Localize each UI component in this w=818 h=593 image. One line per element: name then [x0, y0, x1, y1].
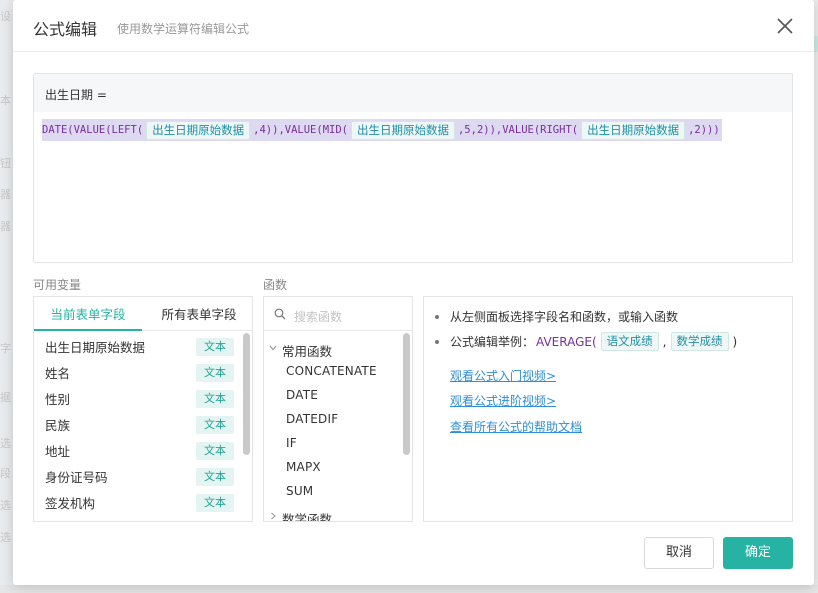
function-item[interactable]: MAPX	[286, 460, 321, 474]
link-advanced-video[interactable]: 观看公式进阶视频>	[450, 392, 556, 409]
function-item[interactable]: IF	[286, 436, 297, 450]
bg-fragment: 钮	[0, 157, 11, 170]
formula-function-token: ,4)),VALUE(MID(	[253, 124, 348, 136]
variable-type-badge: 文本	[196, 338, 234, 356]
variable-name: 地址	[45, 444, 71, 459]
variable-item[interactable]: 身份证号码 文本	[34, 464, 240, 490]
bg-fragment: 本	[0, 94, 11, 107]
tab-current-form-fields[interactable]: 当前表单字段	[34, 297, 142, 331]
bg-fragment: 字	[0, 342, 11, 355]
confirm-button[interactable]: 确定	[723, 537, 793, 569]
variable-name: 民族	[45, 418, 71, 433]
example-separator: ,	[662, 334, 667, 349]
cancel-button[interactable]: 取消	[644, 537, 714, 569]
function-item[interactable]: DATE	[286, 388, 318, 402]
bg-fragment: 设	[0, 10, 11, 23]
variable-name: 姓名	[45, 366, 71, 381]
function-group-name: 常用函数	[282, 344, 333, 359]
example-field-token: 语文成绩	[600, 332, 659, 351]
function-item[interactable]: CONCATENATE	[286, 364, 377, 378]
variable-item[interactable]: 出生日期原始数据 文本	[34, 334, 240, 360]
help-example: 公式编辑举例： AVERAGE( 语文成绩 , 数学成绩 )	[435, 332, 737, 351]
chevron-down-icon	[269, 345, 277, 351]
bullet-dot	[435, 339, 439, 344]
functions-scrollbar[interactable]	[403, 333, 410, 455]
variable-type-badge: 文本	[196, 442, 234, 460]
variable-type-badge: 文本	[196, 416, 234, 434]
function-search-box[interactable]: 搜索函数	[264, 297, 412, 331]
formula-function-token: ,5,2)),VALUE(RIGHT(	[457, 124, 579, 136]
search-input[interactable]: 搜索函数	[294, 308, 342, 325]
variables-panel: 当前表单字段 所有表单字段 出生日期原始数据 文本 姓名 文本 性别 文本 民族…	[33, 296, 253, 522]
example-prefix: 公式编辑举例：	[450, 335, 535, 349]
variable-item[interactable]: 性别 文本	[34, 386, 240, 412]
variable-type-badge: 文本	[196, 494, 234, 512]
bg-fragment: 器	[0, 220, 11, 233]
formula-field-token[interactable]: 出生日期原始数据	[581, 120, 686, 140]
function-group-name: 数学函数	[282, 512, 333, 522]
variable-type-badge: 文本	[196, 364, 234, 382]
background-bottom-strip	[0, 585, 818, 593]
link-formula-docs[interactable]: 查看所有公式的帮助文档	[450, 418, 582, 435]
functions-panel: 搜索函数 常用函数 CONCATENATE DATE DATEDIF IF MA…	[263, 296, 413, 522]
search-icon	[274, 308, 286, 320]
formula-field-token[interactable]: 出生日期原始数据	[350, 120, 455, 140]
variables-section-label: 可用变量	[33, 278, 82, 292]
variable-name: 身份证号码	[45, 470, 108, 485]
dialog-subtitle: 使用数学运算符编辑公式	[117, 22, 250, 36]
dialog-header: 公式编辑 使用数学运算符编辑公式	[13, 0, 814, 52]
example-function: AVERAGE(	[536, 334, 597, 349]
example-field-token: 数学成绩	[670, 332, 729, 351]
function-item[interactable]: SUM	[286, 484, 313, 498]
editor-target-bar: 出生日期 =	[34, 74, 792, 112]
dialog-title: 公式编辑	[33, 20, 98, 39]
variables-list: 出生日期原始数据 文本 姓名 文本 性别 文本 民族 文本 地址 文本 身份证号…	[34, 334, 240, 516]
formula-field-token[interactable]: 出生日期原始数据	[146, 120, 251, 140]
example-close-paren: )	[732, 334, 738, 349]
variables-tabs: 当前表单字段 所有表单字段	[34, 297, 252, 331]
chevron-right-icon	[271, 512, 276, 520]
link-intro-video[interactable]: 观看公式入门视频>	[450, 367, 556, 384]
variable-item[interactable]: 姓名 文本	[34, 360, 240, 386]
variable-item[interactable]: 民族 文本	[34, 412, 240, 438]
bg-fragment: 选	[0, 437, 11, 450]
bg-fragment: 据	[0, 391, 11, 404]
target-field-label: 出生日期 =	[45, 88, 107, 102]
tab-all-form-fields[interactable]: 所有表单字段	[146, 297, 252, 331]
close-icon[interactable]	[775, 16, 795, 36]
bg-fragment: 选	[0, 531, 11, 544]
bg-fragment: 段	[0, 467, 11, 480]
variable-name: 出生日期原始数据	[45, 340, 146, 355]
bullet-dot	[435, 314, 439, 319]
help-panel: 从左侧面板选择字段名和函数，或输入函数 公式编辑举例： AVERAGE( 语文成…	[423, 296, 793, 522]
variable-name: 性别	[45, 392, 71, 407]
formula-dialog: 公式编辑 使用数学运算符编辑公式 出生日期 = DATE(VALUE(LEFT(…	[13, 0, 814, 585]
formula-function-token: DATE(VALUE(LEFT(	[42, 124, 144, 136]
functions-section-label: 函数	[263, 278, 288, 292]
bg-fragment: 选	[0, 499, 11, 512]
formula-editor[interactable]: 出生日期 = DATE(VALUE(LEFT( 出生日期原始数据 ,4)),VA…	[33, 73, 793, 263]
variable-type-badge: 文本	[196, 468, 234, 486]
variable-type-badge: 文本	[196, 390, 234, 408]
variables-scrollbar[interactable]	[243, 333, 250, 455]
variable-item[interactable]: 签发机构 文本	[34, 490, 240, 516]
help-tip: 从左侧面板选择字段名和函数，或输入函数	[435, 308, 678, 325]
help-tip-text: 从左侧面板选择字段名和函数，或输入函数	[450, 310, 679, 324]
function-item[interactable]: DATEDIF	[286, 412, 338, 426]
bg-fragment: 器	[0, 188, 11, 201]
formula-function-token: ,2)))	[688, 124, 720, 136]
variable-name: 签发机构	[45, 496, 96, 511]
background-left-strip: 设 本 钮 器 器 字 据 选 段 选 选	[0, 0, 14, 593]
formula-expression[interactable]: DATE(VALUE(LEFT( 出生日期原始数据 ,4)),VALUE(MID…	[42, 119, 722, 141]
variable-item[interactable]: 地址 文本	[34, 438, 240, 464]
